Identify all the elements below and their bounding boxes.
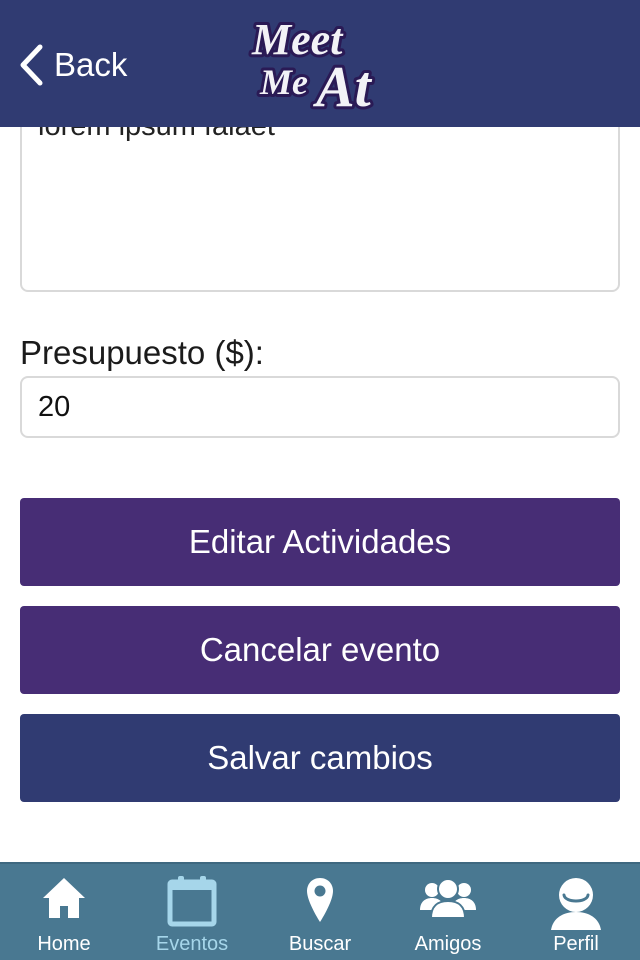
- save-changes-button[interactable]: Salvar cambios: [20, 714, 620, 802]
- tab-home-label: Home: [37, 933, 91, 955]
- tab-amigos[interactable]: Amigos: [384, 864, 512, 960]
- calendar-icon: [167, 876, 217, 927]
- friends-icon: [420, 878, 476, 919]
- tab-amigos-label: Amigos: [414, 933, 482, 955]
- tab-home[interactable]: Home: [0, 864, 128, 960]
- tab-buscar[interactable]: Buscar: [256, 864, 384, 960]
- chevron-left-icon: [20, 44, 43, 86]
- edit-activities-button[interactable]: Editar Actividades: [20, 498, 620, 586]
- app-header: Back Meet Meet Me Me At At: [0, 0, 640, 127]
- back-button[interactable]: Back: [18, 40, 127, 90]
- page: lorem ipsum falaet Presupuesto ($): Edit…: [0, 0, 640, 960]
- meet-me-at-logo: Meet Meet Me Me At At: [248, 12, 376, 118]
- budget-label: Presupuesto ($):: [20, 334, 264, 371]
- back-label: Back: [54, 46, 128, 83]
- tab-eventos-label: Eventos: [155, 933, 229, 955]
- tab-buscar-label: Buscar: [288, 933, 352, 955]
- svg-text:Me: Me: [259, 62, 308, 102]
- tab-perfil[interactable]: Perfil: [512, 864, 640, 960]
- tab-perfil-label: Perfil: [553, 933, 599, 955]
- home-icon: [43, 878, 85, 918]
- user-icon: [551, 878, 601, 930]
- cancel-event-button[interactable]: Cancelar evento: [20, 606, 620, 694]
- map-pin-icon: [307, 878, 333, 922]
- svg-text:At: At: [313, 54, 373, 118]
- content-area: lorem ipsum falaet Presupuesto ($): Edit…: [0, 0, 640, 862]
- tab-eventos[interactable]: Eventos: [128, 864, 256, 960]
- budget-input[interactable]: [20, 376, 620, 438]
- tab-bar: Home Eventos Buscar Amigos Perfil: [0, 862, 640, 960]
